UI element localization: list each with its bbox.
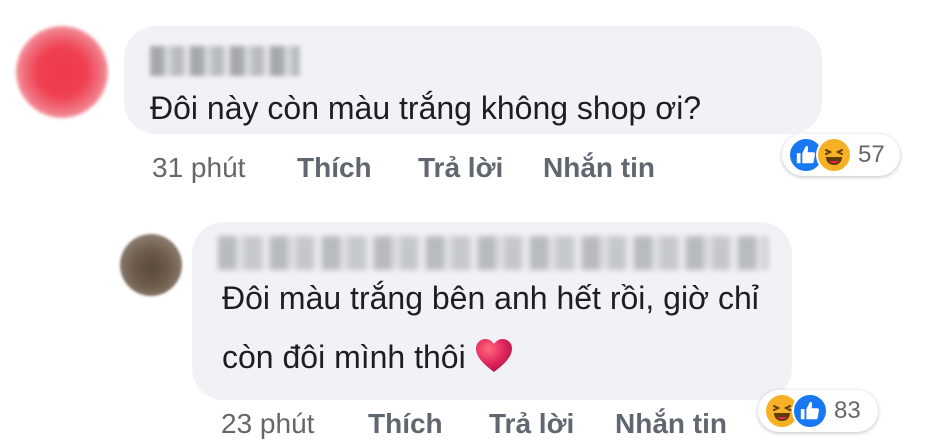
reply-text-line-2: còn đôi mình thôi bbox=[222, 336, 514, 377]
reaction-summary[interactable]: 57 bbox=[782, 134, 900, 176]
like-button[interactable]: Thích bbox=[297, 152, 372, 184]
comment-text: Đôi này còn màu trắng không shop ơi? bbox=[150, 90, 702, 126]
haha-icon bbox=[816, 137, 852, 173]
replier-name-blurred[interactable] bbox=[218, 236, 768, 270]
reply-timestamp[interactable]: 23 phút bbox=[221, 408, 314, 440]
message-button[interactable]: Nhắn tin bbox=[615, 408, 727, 440]
reaction-count: 57 bbox=[858, 141, 885, 168]
reaction-summary[interactable]: 83 bbox=[758, 390, 878, 432]
reply-text-line-1: Đôi màu trắng bên anh hết rồi, giờ chỉ bbox=[222, 280, 759, 316]
reply-button[interactable]: Trả lời bbox=[489, 408, 574, 440]
reaction-count: 83 bbox=[834, 397, 861, 424]
commenter-name-blurred[interactable] bbox=[150, 46, 300, 76]
like-button[interactable]: Thích bbox=[368, 408, 443, 440]
commenter-avatar[interactable] bbox=[16, 26, 108, 118]
heart-icon bbox=[475, 339, 512, 372]
comment-timestamp[interactable]: 31 phút bbox=[152, 152, 245, 184]
like-icon bbox=[792, 393, 828, 429]
replier-avatar[interactable] bbox=[120, 234, 182, 296]
reply-button[interactable]: Trả lời bbox=[418, 152, 503, 184]
message-button[interactable]: Nhắn tin bbox=[543, 152, 655, 184]
